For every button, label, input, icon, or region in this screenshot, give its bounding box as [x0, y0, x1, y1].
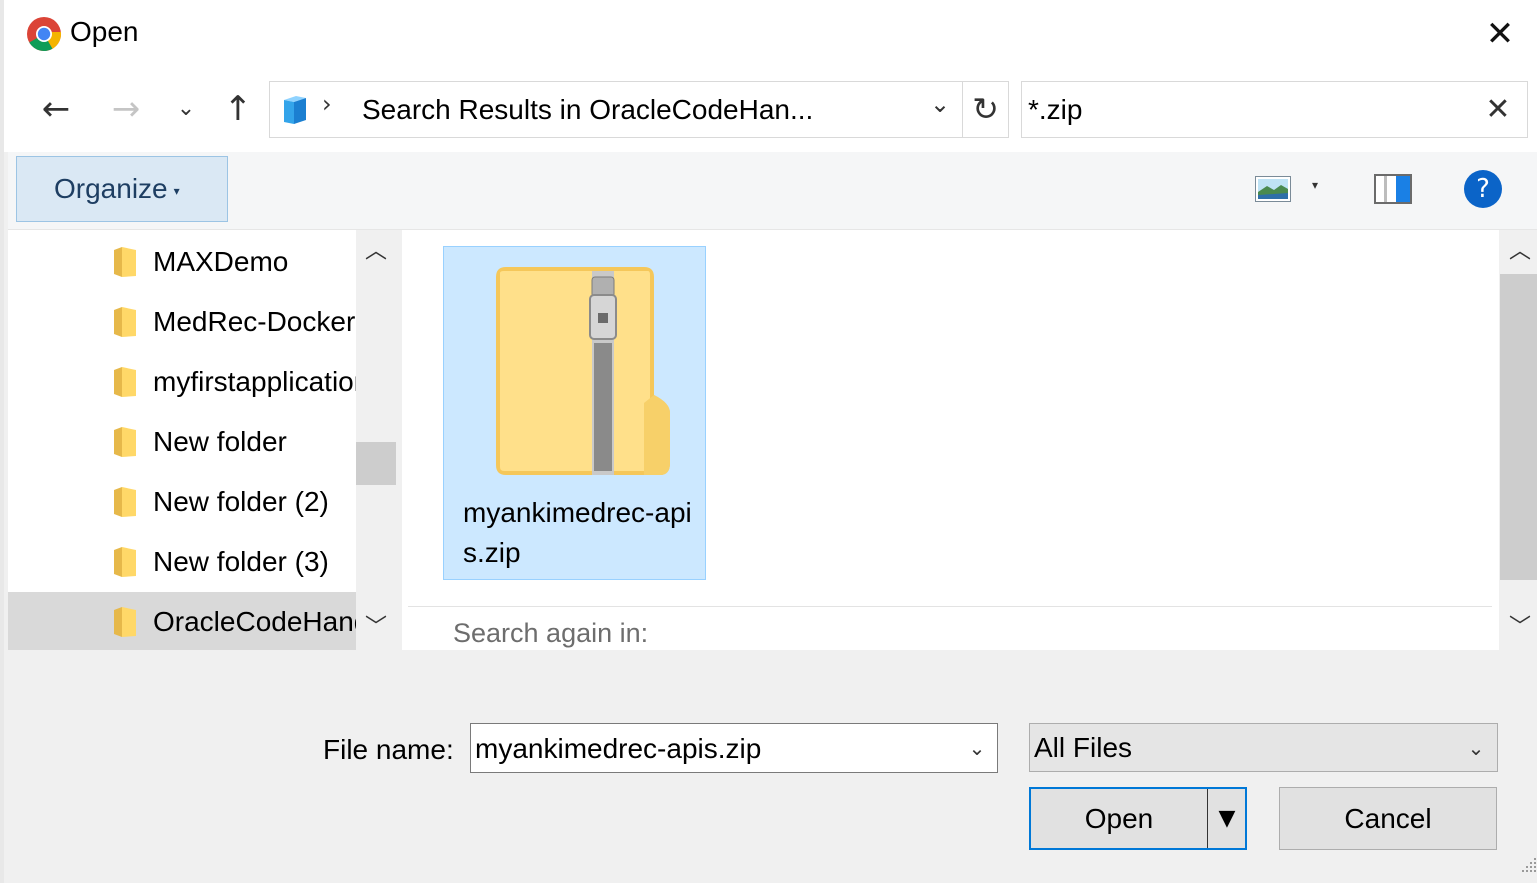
change-view-icon[interactable]	[1255, 176, 1291, 202]
help-icon[interactable]: ?	[1464, 170, 1502, 208]
tree-item-label: New folder	[153, 426, 287, 457]
navigation-pane: MAXDemo MedRec-Docker myfirstapplication…	[8, 230, 396, 650]
view-options-dropdown[interactable]: ▾	[1312, 178, 1318, 192]
up-button[interactable]: ↑	[214, 86, 262, 132]
breadcrumb-separator[interactable]: ›	[322, 90, 332, 118]
tree-item-label: MedRec-Docker	[153, 306, 356, 337]
resize-grip-icon[interactable]	[1520, 856, 1537, 874]
chrome-icon	[27, 17, 62, 51]
open-dialog: Open ✕ ← → ⌄ ↑ › Search Results in Oracl…	[0, 0, 1537, 883]
folder-icon	[114, 487, 136, 517]
folder-icon	[114, 307, 136, 337]
folder-icon	[114, 607, 136, 637]
file-type-select[interactable]: All Files ⌄	[1029, 723, 1498, 772]
forward-button[interactable]: →	[102, 86, 150, 132]
preview-pane-icon[interactable]	[1374, 174, 1412, 204]
search-again-label: Search again in:	[453, 618, 649, 648]
scroll-up-icon[interactable]: ︿	[356, 232, 396, 272]
file-name-combobox[interactable]: ⌄	[470, 723, 998, 773]
folder-icon	[114, 247, 136, 277]
search-input[interactable]	[1028, 92, 1468, 128]
scrollbar-thumb[interactable]	[356, 442, 396, 485]
search-results-icon	[284, 96, 306, 124]
open-options-dropdown[interactable]: ▼	[1209, 789, 1245, 848]
navigation-pane-scrollbar[interactable]: ︿ ﹀	[356, 230, 396, 650]
divider	[408, 606, 1492, 607]
file-name-field[interactable]	[475, 732, 945, 766]
organize-button[interactable]: Organize ▾	[16, 156, 228, 222]
organize-label: Organize	[54, 173, 168, 204]
title-bar: Open ✕	[4, 0, 1537, 70]
scroll-up-icon[interactable]: ︿	[1499, 232, 1537, 272]
scroll-down-icon[interactable]: ﹀	[1499, 608, 1537, 648]
tree-item-label: myfirstapplication	[153, 366, 356, 397]
file-name-field-label: File name:	[323, 734, 454, 765]
caret-down-icon: ▾	[173, 183, 180, 198]
scrollbar-thumb[interactable]	[1500, 274, 1537, 580]
tree-item-medrec-docker[interactable]: MedRec-Docker	[8, 292, 356, 352]
tree-item-oraclecodehandson[interactable]: OracleCodeHandsOn	[8, 592, 356, 650]
zipper-teeth	[594, 343, 612, 471]
split-divider	[1207, 789, 1208, 848]
dialog-footer: File name: ⌄ All Files ⌄ Open ▼ Cancel	[8, 650, 1537, 883]
recent-locations-button[interactable]: ⌄	[168, 86, 204, 132]
file-type-value: All Files	[1034, 732, 1133, 763]
chevron-down-icon[interactable]: ⌄	[1458, 730, 1494, 766]
tree-item-label: New folder (3)	[153, 546, 329, 577]
tree-item-maxdemo[interactable]: MAXDemo	[8, 232, 356, 292]
tree-item-new-folder[interactable]: New folder	[8, 412, 356, 472]
folder-icon	[114, 367, 136, 397]
tree-item-new-folder-2[interactable]: New folder (2)	[8, 472, 356, 532]
file-list: myankimedrec-apis.zip Search again in:	[402, 230, 1499, 650]
refresh-button[interactable]: ↻	[962, 82, 1008, 137]
file-list-scrollbar[interactable]: ︿ ﹀	[1499, 230, 1537, 650]
chevron-down-icon[interactable]: ⌄	[959, 730, 995, 766]
back-button[interactable]: ←	[32, 86, 80, 132]
address-dropdown-button[interactable]: ⌄	[922, 90, 958, 118]
open-button[interactable]: Open ▼	[1029, 787, 1247, 850]
navigation-bar: ← → ⌄ ↑ › Search Results in OracleCodeHa…	[4, 70, 1537, 152]
address-bar[interactable]: › Search Results in OracleCodeHan... ⌄ ↻	[269, 81, 1009, 138]
zip-folder-icon	[496, 267, 670, 475]
folder-icon	[114, 427, 136, 457]
open-button-label[interactable]: Open	[1031, 789, 1207, 848]
scroll-down-icon[interactable]: ﹀	[356, 608, 396, 648]
breadcrumb[interactable]: Search Results in OracleCodeHan...	[362, 94, 813, 126]
file-item[interactable]: myankimedrec-apis.zip	[443, 246, 706, 580]
clear-search-button[interactable]: ✕	[1478, 88, 1518, 132]
tree-item-label: MAXDemo	[153, 246, 289, 277]
command-bar: Organize ▾ ▾ ?	[8, 152, 1537, 230]
search-box[interactable]: ✕	[1021, 81, 1528, 138]
folder-icon	[114, 547, 136, 577]
tree-item-label: OracleCodeHandsOn	[153, 606, 356, 637]
tree-item-label: New folder (2)	[153, 486, 329, 517]
file-name-label: myankimedrec-apis.zip	[463, 497, 692, 568]
cancel-button[interactable]: Cancel	[1279, 787, 1497, 850]
dialog-title: Open	[70, 16, 139, 47]
tree-item-new-folder-3[interactable]: New folder (3)	[8, 532, 356, 592]
close-button[interactable]: ✕	[1480, 14, 1520, 54]
tree-item-myfirstapplication[interactable]: myfirstapplication	[8, 352, 356, 412]
